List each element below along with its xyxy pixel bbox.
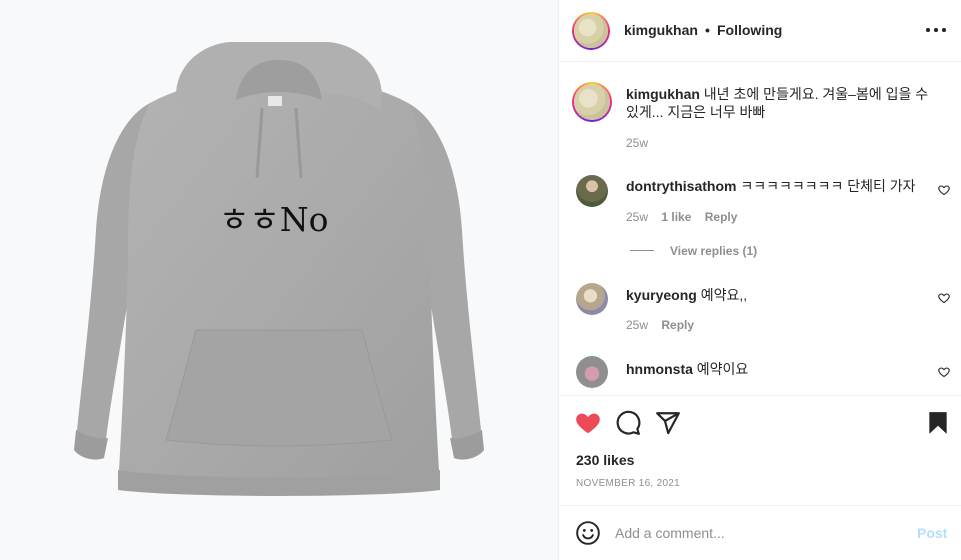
comment-item: hnmonsta 예약이요 [626, 359, 926, 379]
post-media[interactable]: ㅎㅎNo [0, 0, 558, 560]
emoji-icon[interactable] [575, 520, 601, 546]
reply-button[interactable]: Reply [661, 318, 694, 332]
view-replies-button[interactable]: View replies (1) [670, 244, 757, 258]
replies-divider [630, 250, 654, 251]
caption-username[interactable]: kimgukhan [626, 86, 700, 102]
header-separator: • [705, 22, 710, 38]
comment-username[interactable]: hnmonsta [626, 361, 693, 377]
hoodie-print-text: ㅎㅎNo [219, 200, 329, 239]
comment-avatar[interactable] [576, 283, 608, 315]
comment-text: 예약이요 [696, 361, 749, 377]
post-side-panel: kimgukhan • Following kimgukhan 내년 초에 만들… [558, 0, 961, 560]
comment-item: dontrythisathom ㅋㅋㅋㅋㅋㅋㅋㅋ 단체티 가자 [626, 176, 926, 196]
hoodie-image [74, 42, 484, 496]
post-date[interactable]: NOVEMBER 16, 2021 [576, 478, 680, 489]
comment-username[interactable]: dontrythisathom [626, 178, 736, 194]
reply-button[interactable]: Reply [705, 210, 738, 224]
heart-filled-icon[interactable] [575, 410, 601, 436]
comment-like-heart-icon[interactable] [938, 292, 950, 304]
post-actions: 230 likes NOVEMBER 16, 2021 [559, 395, 961, 505]
post-comment-button[interactable]: Post [917, 525, 947, 541]
comment-like-heart-icon[interactable] [938, 366, 950, 378]
post-header: kimgukhan • Following [559, 0, 961, 62]
comment-avatar[interactable] [576, 175, 608, 207]
comment-meta: 25w 1 like Reply [626, 210, 737, 224]
header-avatar[interactable] [572, 12, 610, 50]
comment-text: ㅋㅋㅋㅋㅋㅋㅋㅋ 단체티 가자 [740, 178, 916, 194]
comment-avatar[interactable] [576, 356, 608, 388]
comment-time[interactable]: 25w [626, 210, 648, 224]
comment-meta: 25w Reply [626, 318, 694, 332]
caption-meta: 25w [626, 136, 648, 150]
caption-block: kimgukhan 내년 초에 만들게요. 겨울–봄에 입을 수 있게... 지… [626, 85, 944, 121]
caption-avatar[interactable] [572, 82, 612, 122]
comment-time[interactable]: 25w [626, 318, 648, 332]
following-button[interactable]: Following [717, 22, 782, 38]
likes-count[interactable]: 230 likes [576, 452, 634, 468]
add-comment-bar: Post [559, 505, 961, 560]
caption-time[interactable]: 25w [626, 136, 648, 150]
more-options-icon[interactable] [926, 28, 946, 34]
comment-text: 예약요,, [700, 287, 748, 303]
comment-icon[interactable] [615, 410, 641, 436]
comment-input[interactable] [615, 520, 905, 546]
comment-item: kyuryeong 예약요,, [626, 285, 926, 305]
comment-like-heart-icon[interactable] [938, 184, 950, 196]
header-username[interactable]: kimgukhan [624, 22, 698, 38]
comment-likes[interactable]: 1 like [661, 210, 691, 224]
send-icon[interactable] [655, 410, 681, 436]
comment-username[interactable]: kyuryeong [626, 287, 697, 303]
bookmark-filled-icon[interactable] [925, 410, 951, 436]
comments-list[interactable]: kimgukhan 내년 초에 만들게요. 겨울–봄에 입을 수 있게... 지… [559, 63, 961, 395]
